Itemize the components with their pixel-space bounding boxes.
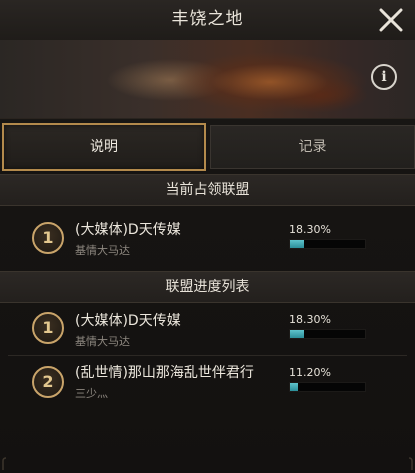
- tab-records[interactable]: 记录: [210, 125, 415, 169]
- tab-bar: 说明 记录: [0, 123, 415, 171]
- progress-percent: 18.30%: [289, 223, 331, 236]
- progress-bar: [289, 239, 366, 249]
- progress-bar-fill: [290, 330, 304, 338]
- territory-banner-image: i: [0, 40, 415, 119]
- list-item: 1 (大媒体)D天传媒 基情大马达 18.30%: [0, 303, 415, 355]
- progress-percent: 18.30%: [289, 313, 331, 326]
- rank-badge: 1: [32, 312, 64, 344]
- alliance-name: (大媒体)D天传媒: [75, 313, 181, 329]
- progress-percent: 11.20%: [289, 366, 331, 379]
- info-button[interactable]: i: [371, 64, 397, 90]
- progress-bar-fill: [290, 240, 304, 248]
- list-item: 2 (乱世情)那山那海乱世伴君行 三少灬 11.20%: [0, 357, 415, 407]
- progress-bar-fill: [290, 383, 299, 391]
- alliance-leader: 三少灬: [75, 387, 108, 400]
- progress-bar: [289, 382, 366, 392]
- alliance-leader: 基情大马达: [75, 335, 130, 348]
- corner-ornament: [408, 457, 413, 470]
- dialog-title: 丰饶之地: [171, 9, 244, 29]
- row-divider: [8, 355, 407, 356]
- alliance-leader: 基情大马达: [75, 244, 130, 257]
- alliance-name: (大媒体)D天传媒: [75, 222, 181, 238]
- info-icon: i: [381, 69, 387, 85]
- close-icon: [379, 8, 403, 32]
- progress-bar: [289, 329, 366, 339]
- rank-badge: 1: [32, 222, 64, 254]
- close-button[interactable]: [375, 4, 407, 36]
- alliance-name: (乱世情)那山那海乱世伴君行: [75, 365, 254, 381]
- dialog-panel: 丰饶之地 i 说明 记录 当前占领联盟 1 (大媒体)D天传媒 基情大马达 18…: [0, 0, 415, 473]
- tab-description[interactable]: 说明: [2, 123, 206, 171]
- section-header-occupying: 当前占领联盟: [0, 174, 415, 206]
- dialog-header: 丰饶之地: [0, 0, 415, 41]
- rank-badge: 2: [32, 366, 64, 398]
- corner-ornament: [2, 457, 7, 470]
- section-header-progress-list: 联盟进度列表: [0, 271, 415, 303]
- occupying-alliance-row: 1 (大媒体)D天传媒 基情大马达 18.30%: [0, 206, 415, 268]
